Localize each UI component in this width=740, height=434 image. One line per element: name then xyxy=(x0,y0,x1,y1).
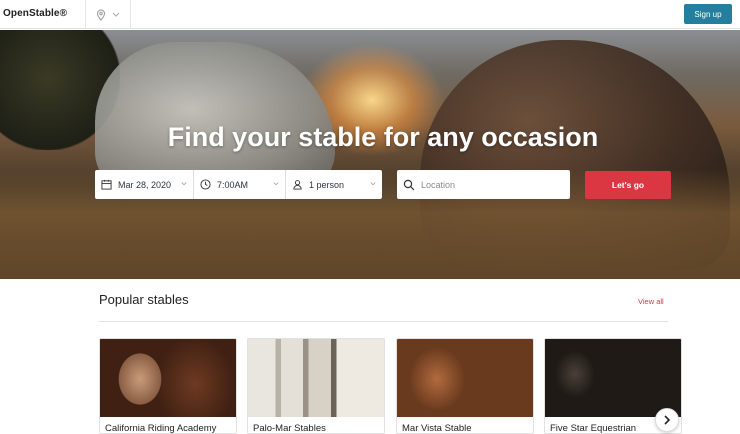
carousel-next-button[interactable] xyxy=(655,408,679,432)
stable-card[interactable]: Palo-Mar Stables xyxy=(247,338,385,434)
stable-photo xyxy=(397,339,533,417)
map-pin-icon xyxy=(96,8,106,21)
calendar-icon xyxy=(101,179,112,190)
brand-logo[interactable]: OpenStable® xyxy=(3,8,67,19)
chevron-down-icon xyxy=(181,182,187,186)
party-size-picker[interactable]: 1 person xyxy=(286,170,382,199)
chevron-down-icon xyxy=(370,182,376,186)
divider xyxy=(99,321,668,322)
person-icon xyxy=(293,180,302,190)
chevron-right-icon xyxy=(664,415,671,425)
time-value: 7:00AM xyxy=(217,179,249,190)
top-bar: OpenStable® Sign up xyxy=(0,0,740,29)
search-icon xyxy=(403,179,415,190)
sign-up-button[interactable]: Sign up xyxy=(684,4,732,24)
hero-banner: Find your stable for any occasion Mar 28… xyxy=(0,30,740,279)
stable-name: California Riding Academy xyxy=(105,423,217,434)
location-picker[interactable] xyxy=(85,0,131,29)
party-size-value: 1 person xyxy=(309,179,345,190)
stable-name: Mar Vista Stable xyxy=(402,423,472,434)
stable-photo xyxy=(248,339,384,417)
location-placeholder: Location xyxy=(421,179,456,190)
stable-card[interactable]: California Riding Academy xyxy=(99,338,237,434)
chevron-down-icon xyxy=(112,12,120,17)
lets-go-button[interactable]: Let's go xyxy=(585,171,671,199)
view-all-link[interactable]: View all xyxy=(638,297,664,306)
chevron-down-icon xyxy=(273,182,279,186)
clock-icon xyxy=(200,179,211,190)
stable-photo xyxy=(100,339,236,417)
date-value: Mar 28, 2020 xyxy=(118,179,172,190)
stable-name: Five Star Equestrian xyxy=(550,423,637,434)
hero-title: Find your stable for any occasion xyxy=(167,122,599,152)
reservation-search: Mar 28, 2020 7:00AM 1 person xyxy=(95,170,382,199)
stable-photo xyxy=(545,339,681,417)
stable-card[interactable]: Mar Vista Stable xyxy=(396,338,534,434)
time-picker[interactable]: 7:00AM xyxy=(194,170,286,199)
location-search-field[interactable]: Location xyxy=(397,170,570,199)
stable-name: Palo-Mar Stables xyxy=(253,423,326,434)
date-picker[interactable]: Mar 28, 2020 xyxy=(95,170,194,199)
section-title: Popular stables xyxy=(99,292,189,307)
